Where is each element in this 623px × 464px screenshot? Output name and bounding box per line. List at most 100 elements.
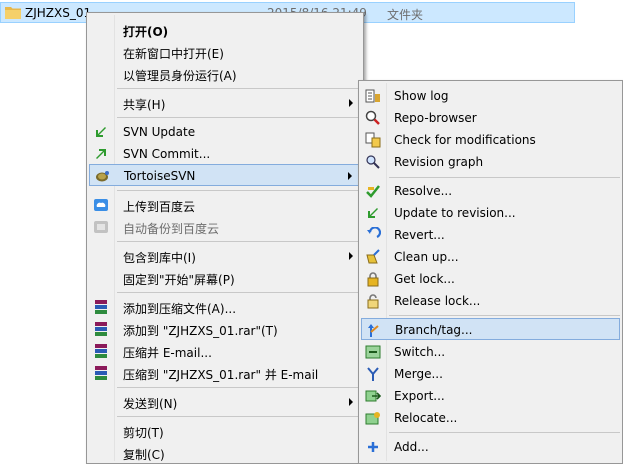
svn-item-label: Export...	[394, 389, 445, 403]
menu-separator	[117, 241, 361, 242]
switch-icon	[365, 345, 381, 359]
menu-item-label: 包含到库中(I)	[123, 251, 196, 265]
menu-separator	[389, 432, 620, 433]
menu-separator	[117, 88, 361, 89]
baidu-cloud-icon	[94, 199, 108, 211]
revision-graph-icon	[366, 155, 380, 169]
svn-item-label: Check for modifications	[394, 133, 536, 147]
relocate-icon	[365, 412, 380, 425]
clean-up-icon	[366, 249, 380, 264]
menu-item-pin-to-start[interactable]: 固定到"开始"屏幕(P)	[89, 267, 361, 289]
svn-item-relocate[interactable]: Relocate...	[361, 407, 620, 429]
svn-item-clean-up[interactable]: Clean up...	[361, 246, 620, 268]
folder-icon	[5, 7, 21, 19]
menu-separator	[117, 292, 361, 293]
svn-item-branch-tag[interactable]: Branch/tag...	[361, 318, 620, 340]
svn-item-label: Update to revision...	[394, 206, 516, 220]
menu-item-svn-commit[interactable]: SVN Commit...	[89, 143, 361, 165]
check-modifications-icon	[365, 132, 381, 148]
svn-item-update-to-revision[interactable]: Update to revision...	[361, 202, 620, 224]
show-log-icon	[365, 89, 380, 103]
menu-item-label: 打开(O)	[123, 25, 169, 39]
branch-tag-icon	[368, 324, 379, 337]
svn-item-label: Merge...	[394, 367, 443, 381]
submenu-arrow-icon	[348, 172, 352, 180]
menu-item-label: 添加到压缩文件(A)...	[123, 302, 237, 316]
svn-item-show-log[interactable]: Show log	[361, 85, 620, 107]
menu-item-open-new-window[interactable]: 在新窗口中打开(E)	[89, 41, 361, 63]
svn-item-label: Repo-browser	[394, 111, 477, 125]
menu-item-send-to[interactable]: 发送到(N)	[89, 391, 361, 413]
svn-item-merge[interactable]: Merge...	[361, 363, 620, 385]
svn-item-revert[interactable]: Revert...	[361, 224, 620, 246]
menu-item-label: 剪切(T)	[123, 426, 164, 440]
winrar-icon	[95, 366, 107, 380]
svn-item-resolve[interactable]: Resolve...	[361, 180, 620, 202]
svn-item-label: Revert...	[394, 228, 445, 242]
menu-item-upload-baidu[interactable]: 上传到百度云	[89, 194, 361, 216]
svn-item-label: Add...	[394, 440, 429, 454]
svn-item-switch[interactable]: Switch...	[361, 341, 620, 363]
menu-item-auto-backup-baidu[interactable]: 自动备份到百度云	[89, 216, 361, 238]
svn-item-repo-browser[interactable]: Repo-browser	[361, 107, 620, 129]
svn-item-release-lock[interactable]: Release lock...	[361, 290, 620, 312]
add-icon	[368, 442, 378, 452]
svn-commit-icon	[96, 149, 106, 159]
submenu-arrow-icon	[349, 252, 353, 260]
svn-item-label: Get lock...	[394, 272, 455, 286]
lock-icon	[367, 272, 379, 287]
menu-item-label: 发送到(N)	[123, 397, 178, 411]
menu-item-run-as-admin[interactable]: 以管理员身份运行(A)	[89, 63, 361, 85]
svn-item-get-lock[interactable]: Get lock...	[361, 268, 620, 290]
menu-item-include-in-library[interactable]: 包含到库中(I)	[89, 245, 361, 267]
menu-item-label: 上传到百度云	[123, 200, 196, 214]
svn-item-label: Release lock...	[394, 294, 481, 308]
tortoise-svn-icon	[96, 171, 109, 182]
svn-item-add[interactable]: Add...	[361, 436, 620, 458]
menu-item-compress-rar-email[interactable]: 压缩到 "ZJHZXS_01.rar" 并 E-mail	[89, 362, 361, 384]
menu-item-label: SVN Update	[123, 125, 196, 139]
svn-item-label: Branch/tag...	[395, 323, 473, 337]
menu-separator	[117, 416, 361, 417]
svn-item-label: Resolve...	[394, 184, 453, 198]
menu-item-label: SVN Commit...	[123, 147, 211, 161]
winrar-icon	[95, 322, 107, 336]
menu-item-label: 固定到"开始"屏幕(P)	[123, 273, 235, 287]
update-revision-icon	[368, 208, 378, 218]
svn-item-export[interactable]: Export...	[361, 385, 620, 407]
export-icon	[365, 390, 381, 402]
svn-item-label: Clean up...	[394, 250, 459, 264]
menu-item-label: 在新窗口中打开(E)	[123, 47, 224, 61]
menu-item-label: 添加到 "ZJHZXS_01.rar"(T)	[123, 324, 278, 338]
menu-item-add-to-archive[interactable]: 添加到压缩文件(A)...	[89, 296, 361, 318]
menu-item-label: 压缩到 "ZJHZXS_01.rar" 并 E-mail	[123, 368, 319, 382]
svn-item-label: Revision graph	[394, 155, 484, 169]
menu-item-label: TortoiseSVN	[124, 169, 196, 183]
menu-item-compress-email[interactable]: 压缩并 E-mail...	[89, 340, 361, 362]
svn-item-label: Switch...	[394, 345, 446, 359]
menu-separator	[117, 387, 361, 388]
menu-item-label: 共享(H)	[123, 98, 166, 112]
menu-item-add-to-rar[interactable]: 添加到 "ZJHZXS_01.rar"(T)	[89, 318, 361, 340]
winrar-icon	[95, 300, 107, 314]
menu-separator	[389, 177, 620, 178]
menu-item-svn-update[interactable]: SVN Update	[89, 121, 361, 143]
menu-item-cut[interactable]: 剪切(T)	[89, 420, 361, 442]
menu-separator	[117, 190, 361, 191]
svn-item-label: Relocate...	[394, 411, 458, 425]
revert-icon	[367, 227, 381, 239]
submenu-arrow-icon	[349, 99, 353, 107]
svn-item-label: Show log	[394, 89, 449, 103]
menu-item-open[interactable]: 打开(O)	[89, 19, 361, 41]
menu-item-label: 复制(C)	[123, 448, 165, 462]
menu-item-share[interactable]: 共享(H)	[89, 92, 361, 114]
menu-item-label: 自动备份到百度云	[123, 222, 220, 236]
menu-item-label: 以管理员身份运行(A)	[123, 69, 237, 83]
svn-item-revision-graph[interactable]: Revision graph	[361, 151, 620, 173]
menu-item-tortoise-svn[interactable]: TortoiseSVN	[89, 164, 361, 186]
menu-separator	[117, 117, 361, 118]
winrar-icon	[95, 344, 107, 358]
folder-name: ZJHZXS_01	[25, 6, 92, 20]
unlock-icon	[367, 294, 379, 309]
svn-item-check-modifications[interactable]: Check for modifications	[361, 129, 620, 151]
